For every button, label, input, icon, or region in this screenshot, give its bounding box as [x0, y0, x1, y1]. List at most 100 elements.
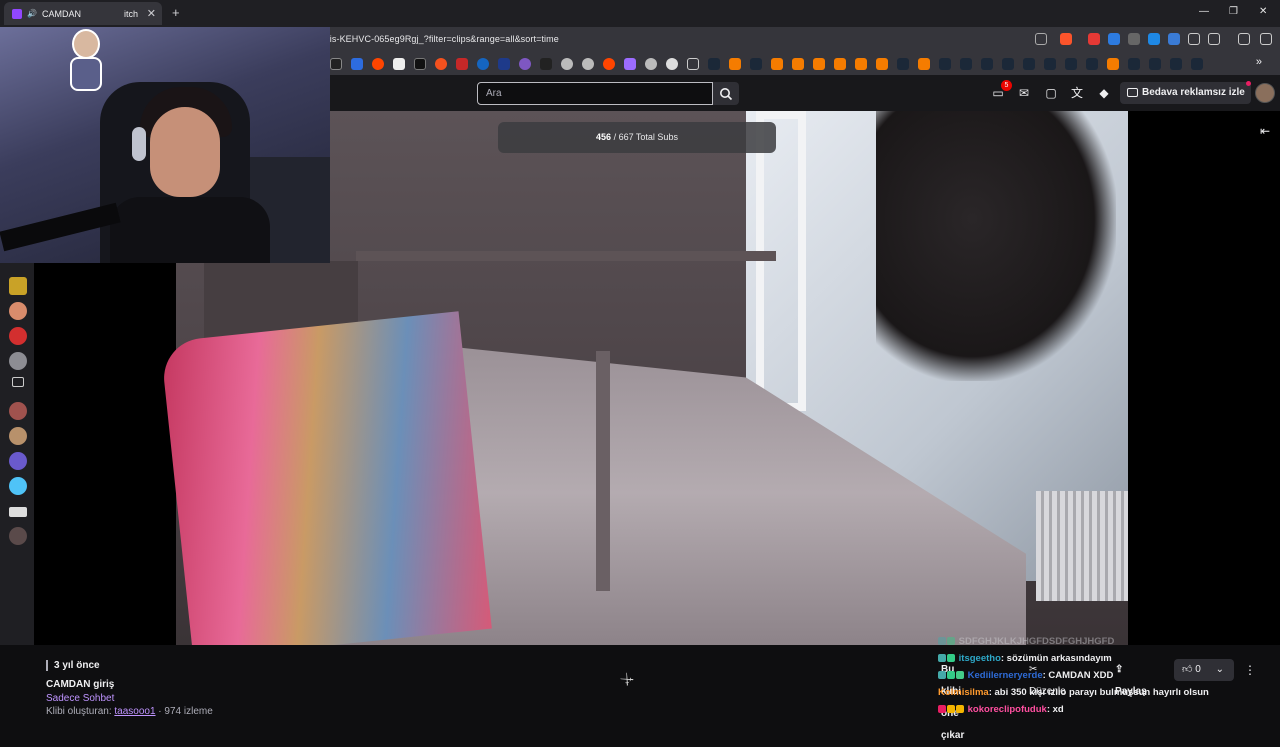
bookmark-orange3-icon[interactable]: [771, 58, 783, 70]
bookmark-orange-icon[interactable]: [435, 58, 447, 70]
share-button[interactable]: ⇪ Paylaş: [1115, 659, 1147, 697]
bookmark-steam4-icon[interactable]: [939, 58, 951, 70]
bookmark-steam5-icon[interactable]: [960, 58, 972, 70]
rail-channel-icon[interactable]: [9, 507, 27, 517]
sidebar-icon[interactable]: [1208, 33, 1220, 45]
clip-category-link[interactable]: Sadece Sohbet: [46, 693, 114, 704]
bookmark-steam1-icon[interactable]: [708, 58, 720, 70]
status-dot: [1246, 81, 1251, 86]
extension-multi-icon[interactable]: [1168, 33, 1180, 45]
share-icon[interactable]: [1035, 33, 1047, 45]
user-avatar[interactable]: [1255, 83, 1275, 103]
extension-cyan-icon[interactable]: [1148, 33, 1160, 45]
bookmark-blue-icon[interactable]: [351, 58, 363, 70]
close-tab-icon[interactable]: ✕: [147, 7, 156, 20]
bookmark-orange6-icon[interactable]: [834, 58, 846, 70]
close-window-icon[interactable]: ✕: [1259, 6, 1267, 17]
shirt-shape: [110, 197, 270, 263]
rail-channel-icon[interactable]: [9, 402, 27, 420]
bookmark-x-icon[interactable]: [330, 58, 342, 70]
rail-channel-icon[interactable]: [9, 277, 27, 295]
bookmark-gray2-icon[interactable]: [582, 58, 594, 70]
bookmark-orange8-icon[interactable]: [876, 58, 888, 70]
chat-text: : CAMDAN XDD: [1042, 670, 1114, 681]
bookmark-kick-icon[interactable]: [540, 58, 552, 70]
subs-total: / 667 Total Subs: [611, 132, 678, 142]
rail-channel-icon[interactable]: [9, 352, 27, 370]
bookmark-gray1-icon[interactable]: [561, 58, 573, 70]
bookmark-reddit-icon[interactable]: [372, 58, 384, 70]
bookmark-steam10-icon[interactable]: [1065, 58, 1077, 70]
bookmark-steam12-icon[interactable]: [1128, 58, 1140, 70]
bits-icon[interactable]: ◆: [1097, 86, 1111, 100]
brave-shield-icon[interactable]: [1060, 33, 1072, 45]
bookmark-steam8-icon[interactable]: [1023, 58, 1035, 70]
mail-icon[interactable]: ✉: [1017, 86, 1031, 100]
rail-channel-icon[interactable]: [9, 327, 27, 345]
bookmark-orange10-icon[interactable]: [1107, 58, 1119, 70]
bookmark-p-icon[interactable]: [393, 58, 405, 70]
collapse-chat-icon[interactable]: ⇤: [1260, 124, 1270, 138]
rail-channel-icon[interactable]: [9, 427, 27, 445]
bookmark-orange2-icon[interactable]: [729, 58, 741, 70]
bookmark-steam15-icon[interactable]: [1191, 58, 1203, 70]
chat-message: Kolmisilma: abi 350 kişi izlio parayı bu…: [938, 687, 1209, 698]
rail-channel-icon[interactable]: [9, 452, 27, 470]
bookmark-steam13-icon[interactable]: [1149, 58, 1161, 70]
bookmark-purple-icon[interactable]: [519, 58, 531, 70]
new-tab-button[interactable]: +: [172, 5, 180, 20]
bookmark-openai-icon[interactable]: [666, 58, 678, 70]
bookmark-gray3-icon[interactable]: [645, 58, 657, 70]
bookmark-steam6-icon[interactable]: [981, 58, 993, 70]
music-icon[interactable]: [1238, 33, 1250, 45]
restore-icon[interactable]: ❐: [1229, 6, 1238, 17]
bed-post-shape: [596, 351, 610, 591]
chat-username[interactable]: itsgeetho: [959, 653, 1001, 664]
notification-badge: 5: [1001, 80, 1012, 91]
bookmark-feather-icon[interactable]: [624, 58, 636, 70]
bookmark-red-icon[interactable]: [456, 58, 468, 70]
bookmark-orange9-icon[interactable]: [918, 58, 930, 70]
clip-creator-line: Klibi oluşturan: taasooo1 · 974 izleme: [46, 706, 213, 717]
translate-icon[interactable]: 文: [1070, 86, 1084, 100]
search-input[interactable]: Ara: [477, 82, 713, 105]
whispers-icon[interactable]: ▢: [1044, 86, 1058, 100]
ad-free-button[interactable]: Bedava reklamsız izle: [1120, 82, 1251, 104]
bookmarks-overflow-icon[interactable]: »: [1256, 56, 1262, 68]
browser-tab[interactable]: 🔊 CAMDAN itch ✕: [4, 2, 162, 25]
bookmark-steam11-icon[interactable]: [1086, 58, 1098, 70]
like-button[interactable]: 👍︎ 0 ⌄: [1174, 659, 1234, 681]
bookmark-steam14-icon[interactable]: [1170, 58, 1182, 70]
bookmark-orange7-icon[interactable]: [855, 58, 867, 70]
menu-icon[interactable]: [1260, 33, 1272, 45]
minimize-icon[interactable]: —: [1199, 6, 1209, 17]
chat-username[interactable]: kokoreclipofuduk: [968, 704, 1047, 715]
bookmark-hitel-icon[interactable]: [498, 58, 510, 70]
bookmark-steam9-icon[interactable]: [1044, 58, 1056, 70]
bookmark-black-icon[interactable]: [414, 58, 426, 70]
chevron-down-icon[interactable]: ⌄: [1216, 664, 1224, 675]
puzzle-icon[interactable]: [1188, 33, 1200, 45]
bookmark-steam7-icon[interactable]: [1002, 58, 1014, 70]
more-options-icon[interactable]: ⋮: [1244, 659, 1256, 681]
extension-gray-icon[interactable]: [1128, 33, 1140, 45]
bookmark-steam3-icon[interactable]: [897, 58, 909, 70]
rail-channel-icon[interactable]: [9, 302, 27, 320]
extension-blue-icon[interactable]: [1108, 33, 1120, 45]
bookmark-play-icon[interactable]: [477, 58, 489, 70]
bookmark-reddit2-icon[interactable]: [603, 58, 615, 70]
bookmark-folder-icon[interactable]: [687, 58, 699, 70]
chat-username[interactable]: Kolmisilma: [938, 687, 989, 698]
bookmark-orange5-icon[interactable]: [813, 58, 825, 70]
creator-link[interactable]: taasooo1: [114, 706, 155, 717]
bookmark-orange4-icon[interactable]: [792, 58, 804, 70]
bookmark-steam2-icon[interactable]: [750, 58, 762, 70]
tab-title-suffix: itch: [123, 8, 138, 19]
search-button[interactable]: [713, 82, 739, 105]
chat-message: SDFGHJKLKJHGFDSDFGHJHGFD: [938, 636, 1114, 647]
extension-red-icon[interactable]: [1088, 33, 1100, 45]
rail-channel-icon[interactable]: [9, 527, 27, 545]
chat-username[interactable]: Kediilerneryerde: [968, 670, 1043, 681]
rail-channel-icon[interactable]: [9, 477, 27, 495]
rail-camera-icon[interactable]: [12, 377, 24, 387]
